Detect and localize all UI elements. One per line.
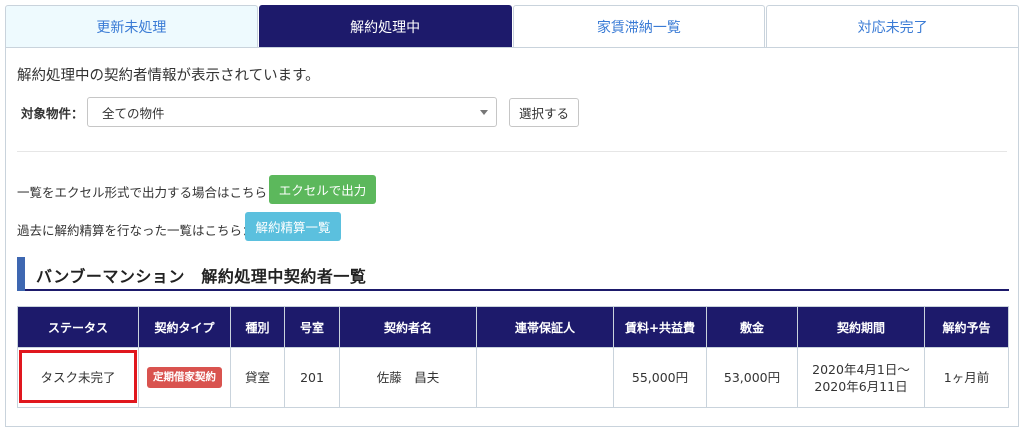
column-header: 解約予告 [924,306,1009,348]
contractor-name-cell: 佐藤 昌夫 [339,347,477,408]
column-header: 種別 [230,306,285,348]
excel-export-button[interactable]: エクセルで出力 [269,175,376,204]
column-header: 連帯保証人 [476,306,614,348]
contract-type-cell: 定期借家契約 [138,347,231,408]
table-header-row: ステータス 契約タイプ 種別 号室 契約者名 連帯保証人 賃料+共益費 敷金 契… [17,306,1009,348]
period-end: 2020年6月11日 [814,378,908,394]
column-header: 契約タイプ [138,306,231,348]
section-heading: バンブーマンション 解約処理中契約者一覧 [17,257,1009,291]
contract-type-badge: 定期借家契約 [147,367,222,388]
settlement-list-button[interactable]: 解約精算一覧 [245,212,341,241]
property-select-value: 全ての物件 [102,105,165,121]
rent-cell: 55,000円 [613,347,707,408]
contractor-table: ステータス 契約タイプ 種別 号室 契約者名 連帯保証人 賃料+共益費 敷金 契… [17,306,1009,408]
page-description: 解約処理中の契約者情報が表示されています。 [17,68,320,84]
tab-renewal-pending[interactable]: 更新未処理 [5,5,258,47]
section-title: バンブーマンション 解約処理中契約者一覧 [36,267,367,286]
select-button[interactable]: 選択する [509,98,579,127]
kind-cell: 貸室 [230,347,285,408]
column-header: 賃料+共益費 [613,306,707,348]
notice-cell: 1ヶ月前 [924,347,1009,408]
column-header: 敷金 [706,306,798,348]
contract-period-cell: 2020年4月1日～ 2020年6月11日 [797,347,925,408]
column-header: 契約期間 [797,306,925,348]
property-select[interactable]: 全ての物件 [87,97,497,127]
status-cell: タスク未完了 [17,347,139,408]
table-row[interactable]: タスク未完了 定期借家契約 貸室 201 佐藤 昌夫 55,000円 53,00… [17,347,1009,408]
guarantor-cell [476,347,614,408]
divider [17,151,1007,152]
room-cell: 201 [284,347,340,408]
property-filter-label: 対象物件： [21,106,84,121]
tab-unresolved[interactable]: 対応未完了 [766,5,1019,47]
export-description: 一覧をエクセル形式で出力する場合はこちら： [17,185,280,200]
period-start: 2020年4月1日～ [812,361,910,377]
tab-bar: 更新未処理 解約処理中 家賃滞納一覧 対応未完了 [5,5,1019,47]
column-header: 契約者名 [339,306,477,348]
content-panel: 解約処理中の契約者情報が表示されています。 対象物件： 全ての物件 選択する 一… [5,47,1019,427]
tab-rent-arrears[interactable]: 家賃滞納一覧 [512,5,766,47]
tab-cancellation-processing[interactable]: 解約処理中 [258,5,512,47]
past-settlement-description: 過去に解約精算を行なった一覧はこちら： [17,223,255,238]
chevron-down-icon [480,110,488,115]
heading-accent-bar [17,257,25,291]
deposit-cell: 53,000円 [706,347,798,408]
column-header: 号室 [284,306,340,348]
column-header: ステータス [17,306,139,348]
